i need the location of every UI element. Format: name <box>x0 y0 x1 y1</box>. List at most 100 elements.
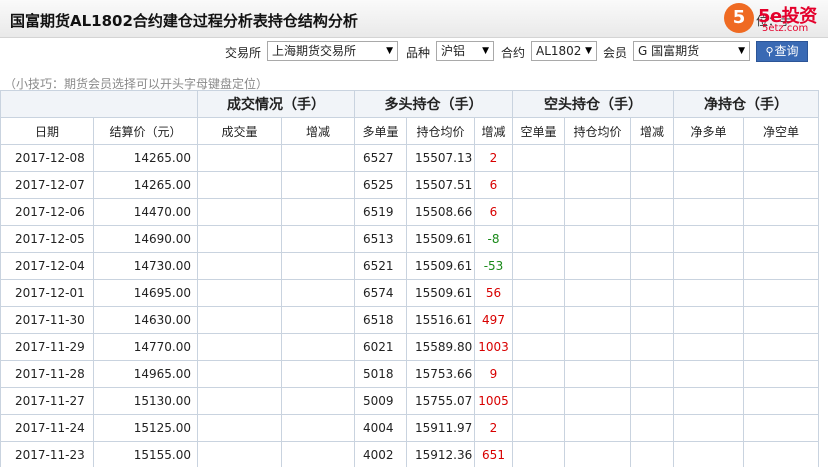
row-net-short <box>743 441 819 467</box>
row-long-avg: 15911.97 <box>406 414 475 442</box>
row-short-change <box>630 387 674 415</box>
row-date: 2017-12-06 <box>0 198 94 226</box>
col-long-avg: 持仓均价 <box>406 117 475 145</box>
group-header-long: 多头持仓（手） <box>354 90 513 118</box>
row-short-avg <box>564 414 631 442</box>
row-net-long <box>673 171 744 199</box>
row-short-avg <box>564 144 631 172</box>
row-volume-change <box>281 306 355 334</box>
row-short-qty <box>512 171 565 199</box>
row-short-qty <box>512 279 565 307</box>
site-logo[interactable]: 5 5e投资 5etz.com <box>724 2 824 36</box>
row-short-change <box>630 171 674 199</box>
row-long-avg: 15589.80 <box>406 333 475 361</box>
table-row: 2017-12-04 14730.00 6521 15509.61 -53 <box>0 252 819 280</box>
row-net-long <box>673 225 744 253</box>
row-long-qty: 6513 <box>354 225 407 253</box>
row-short-change <box>630 414 674 442</box>
row-settle: 14470.00 <box>93 198 198 226</box>
row-volume <box>197 144 282 172</box>
table-row: 2017-12-01 14695.00 6574 15509.61 56 <box>0 279 819 307</box>
row-long-change: 2 <box>474 144 513 172</box>
col-volume: 成交量 <box>197 117 282 145</box>
row-long-avg: 15508.66 <box>406 198 475 226</box>
row-short-qty <box>512 414 565 442</box>
row-settle: 14770.00 <box>93 333 198 361</box>
row-short-qty <box>512 360 565 388</box>
variety-select-value: 沪铝 <box>441 44 466 58</box>
group-header-row: 成交情况（手） 多头持仓（手） 空头持仓（手） 净持仓（手） <box>0 90 819 118</box>
row-net-short <box>743 360 819 388</box>
row-volume-change <box>281 279 355 307</box>
row-volume <box>197 279 282 307</box>
row-settle: 15130.00 <box>93 387 198 415</box>
row-net-long <box>673 414 744 442</box>
row-short-qty <box>512 198 565 226</box>
exchange-label: 交易所 <box>225 46 262 60</box>
row-short-change <box>630 225 674 253</box>
row-date: 2017-12-01 <box>0 279 94 307</box>
row-date: 2017-12-08 <box>0 144 94 172</box>
chevron-down-icon: ▼ <box>585 46 592 56</box>
query-button[interactable]: ⚲查询 <box>756 41 808 62</box>
row-short-avg <box>564 225 631 253</box>
row-volume <box>197 171 282 199</box>
row-date: 2017-11-27 <box>0 387 94 415</box>
row-short-avg <box>564 252 631 280</box>
table-row: 2017-12-07 14265.00 6525 15507.51 6 <box>0 171 819 199</box>
row-short-avg <box>564 306 631 334</box>
exchange-select[interactable]: 上海期货交易所 ▼ <box>267 41 398 61</box>
logo-url: 5etz.com <box>762 23 809 34</box>
row-settle: 14265.00 <box>93 144 198 172</box>
variety-select[interactable]: 沪铝 ▼ <box>436 41 494 61</box>
row-long-qty: 5009 <box>354 387 407 415</box>
row-volume-change <box>281 171 355 199</box>
row-long-avg: 15753.66 <box>406 360 475 388</box>
row-long-change: 651 <box>474 441 513 467</box>
row-date: 2017-11-24 <box>0 414 94 442</box>
member-label: 会员 <box>603 46 628 60</box>
row-net-long <box>673 198 744 226</box>
table-row: 2017-12-08 14265.00 6527 15507.13 2 <box>0 144 819 172</box>
col-date: 日期 <box>0 117 94 145</box>
chevron-down-icon: ▼ <box>738 46 745 56</box>
row-short-qty <box>512 144 565 172</box>
table-row: 2017-11-24 15125.00 4004 15911.97 2 <box>0 414 819 442</box>
row-net-long <box>673 252 744 280</box>
row-long-avg: 15509.61 <box>406 225 475 253</box>
member-select[interactable]: G 国富期货 ▼ <box>633 41 750 61</box>
row-long-qty: 6518 <box>354 306 407 334</box>
row-short-change <box>630 441 674 467</box>
row-long-qty: 5018 <box>354 360 407 388</box>
row-settle: 15155.00 <box>93 441 198 467</box>
table-body: 2017-12-08 14265.00 6527 15507.13 2 2017-12-0… <box>0 144 819 467</box>
row-volume-change <box>281 414 355 442</box>
row-short-qty <box>512 252 565 280</box>
row-short-avg <box>564 171 631 199</box>
col-long-change: 增减 <box>474 117 513 145</box>
row-net-short <box>743 414 819 442</box>
row-long-qty: 6521 <box>354 252 407 280</box>
row-long-change: -8 <box>474 225 513 253</box>
row-short-change <box>630 198 674 226</box>
row-net-short <box>743 387 819 415</box>
row-settle: 14630.00 <box>93 306 198 334</box>
row-net-long <box>673 360 744 388</box>
row-long-qty: 6519 <box>354 198 407 226</box>
row-net-short <box>743 171 819 199</box>
row-settle: 14730.00 <box>93 252 198 280</box>
row-net-long <box>673 333 744 361</box>
row-long-qty: 6021 <box>354 333 407 361</box>
page-title: 国富期货AL1802合约建仓过程分析表持仓结构分析 <box>10 12 358 30</box>
row-volume-change <box>281 198 355 226</box>
group-header-volume: 成交情况（手） <box>197 90 355 118</box>
row-net-long <box>673 441 744 467</box>
contract-select[interactable]: AL1802 ▼ <box>531 41 597 61</box>
row-date: 2017-12-05 <box>0 225 94 253</box>
col-long-qty: 多单量 <box>354 117 407 145</box>
row-long-qty: 6574 <box>354 279 407 307</box>
exchange-select-value: 上海期货交易所 <box>272 44 357 58</box>
row-short-change <box>630 333 674 361</box>
row-date: 2017-12-07 <box>0 171 94 199</box>
row-volume <box>197 360 282 388</box>
